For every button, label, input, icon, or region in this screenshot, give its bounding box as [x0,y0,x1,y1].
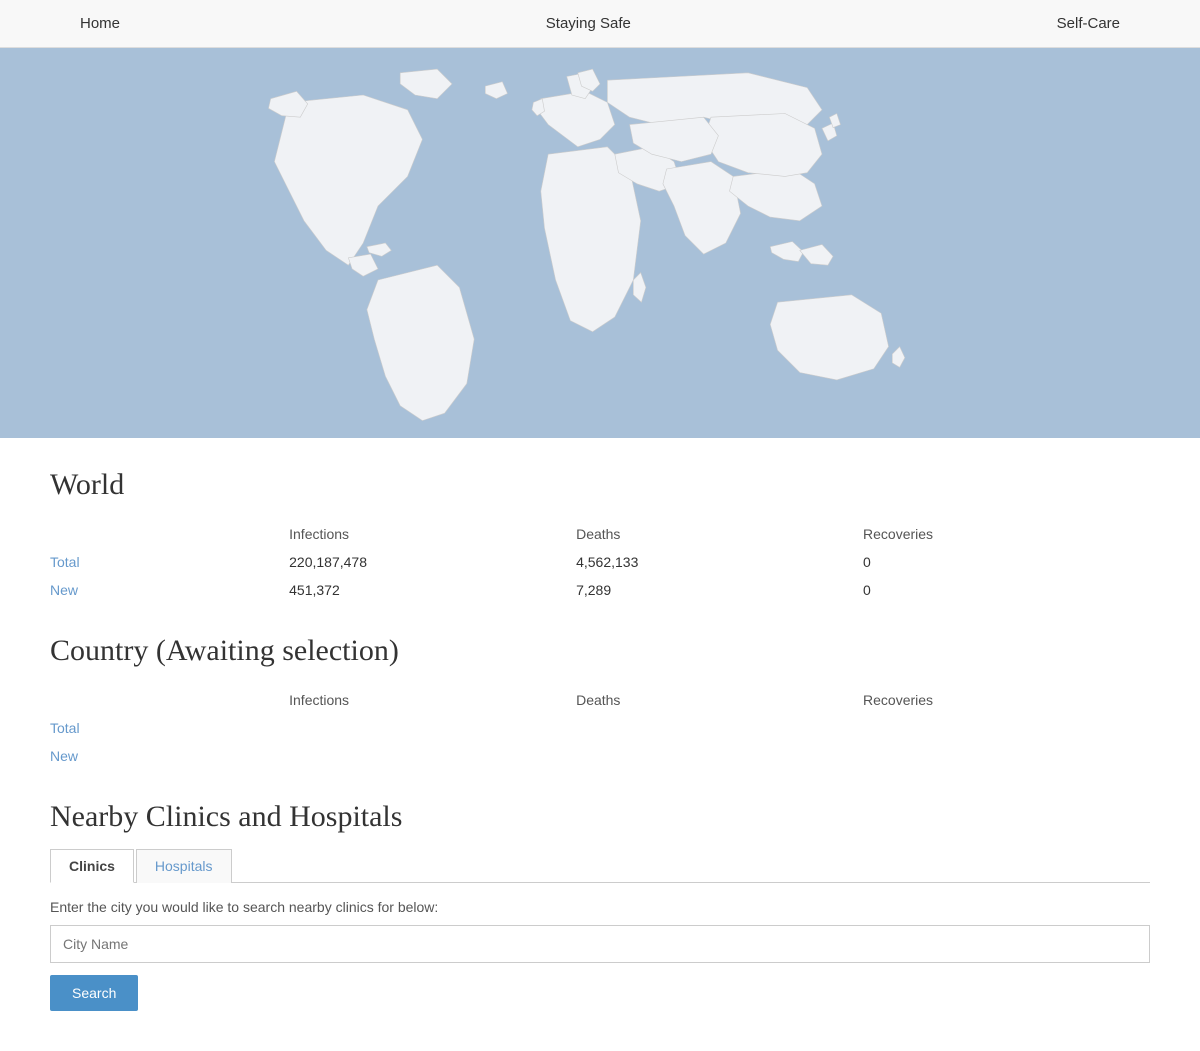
country-new-deaths [576,742,863,770]
tab-clinics[interactable]: Clinics [50,849,134,883]
world-total-label: Total [50,548,289,576]
country-total-infections [289,714,576,742]
world-total-recoveries: 0 [863,548,1150,576]
world-new-row: New 451,372 7,289 0 [50,576,1150,604]
nav-home[interactable]: Home [80,15,120,32]
main-nav: Home Staying Safe Self-Care [0,0,1200,48]
nearby-section: Nearby Clinics and Hospitals Clinics Hos… [50,800,1150,1011]
world-new-label: New [50,576,289,604]
country-new-label: New [50,742,289,770]
world-deaths-header: Deaths [576,520,863,548]
country-infections-header: Infections [289,686,576,714]
world-new-infections: 451,372 [289,576,576,604]
country-total-row: Total [50,714,1150,742]
tabs-container: Clinics Hospitals [50,848,1150,883]
map-hero [0,48,1200,438]
search-instructions: Enter the city you would like to search … [50,899,1150,915]
country-new-recoveries [863,742,1150,770]
country-total-recoveries [863,714,1150,742]
world-section: World Infections Deaths Recoveries Total… [50,468,1150,604]
world-stats-table: Infections Deaths Recoveries Total 220,1… [50,520,1150,604]
country-title: Country (Awaiting selection) [50,634,1150,668]
country-section: Country (Awaiting selection) Infections … [50,634,1150,770]
country-recoveries-header: Recoveries [863,686,1150,714]
nav-self-care[interactable]: Self-Care [1057,15,1120,32]
world-total-deaths: 4,562,133 [576,548,863,576]
main-content: World Infections Deaths Recoveries Total… [0,438,1200,1051]
country-new-infections [289,742,576,770]
world-total-row: Total 220,187,478 4,562,133 0 [50,548,1150,576]
world-new-deaths: 7,289 [576,576,863,604]
country-deaths-header: Deaths [576,686,863,714]
search-button[interactable]: Search [50,975,138,1011]
country-new-row: New [50,742,1150,770]
nearby-title: Nearby Clinics and Hospitals [50,800,1150,834]
world-recoveries-header: Recoveries [863,520,1150,548]
tab-hospitals[interactable]: Hospitals [136,849,232,883]
country-stats-table: Infections Deaths Recoveries Total New [50,686,1150,770]
city-input[interactable] [50,925,1150,963]
country-total-label: Total [50,714,289,742]
world-new-recoveries: 0 [863,576,1150,604]
world-map [220,58,980,428]
country-total-deaths [576,714,863,742]
world-title: World [50,468,1150,502]
world-infections-header: Infections [289,520,576,548]
nav-staying-safe[interactable]: Staying Safe [546,15,631,32]
world-total-infections: 220,187,478 [289,548,576,576]
